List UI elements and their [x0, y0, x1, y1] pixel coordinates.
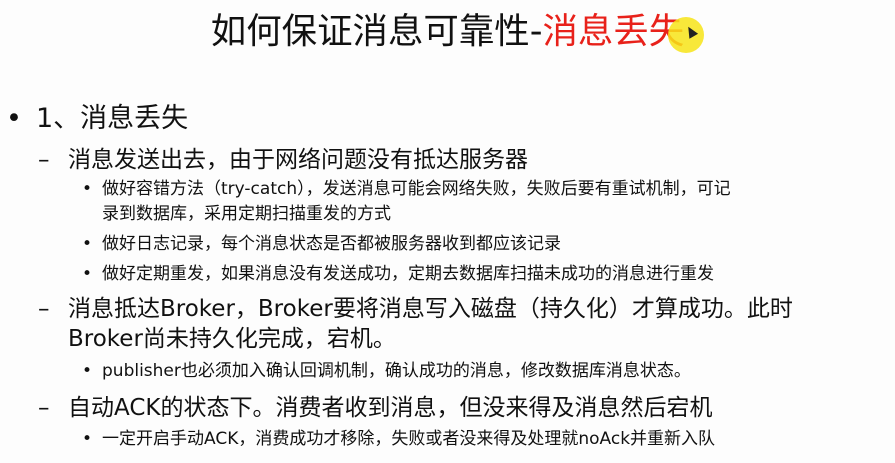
dash-marker: – [38, 395, 50, 421]
item-heading: 自动ACK的状态下。消费者收到消息，但没来得及消息然后宕机 [68, 395, 713, 421]
sub-bullet-marker: • [82, 179, 93, 199]
item-heading: 消息发送出去，由于网络问题没有抵达服务器 [68, 147, 528, 173]
sub-bullet-marker: • [82, 361, 93, 381]
dash-marker: – [38, 296, 50, 322]
sub-item: 做好定期重发，如果消息没有发送成功，定期去数据库扫描未成功的消息进行重发 [102, 264, 714, 284]
item-heading: 消息抵达Broker，Broker要将消息写入磁盘（持久化）才算成功。此时 [68, 296, 793, 322]
sub-bullet-marker: • [82, 234, 93, 254]
sub-bullet-marker: • [82, 264, 93, 284]
slide: 如何保证消息可靠性-消息丢失 • 1、消息丢失 – 消息发送出去，由于网络问题没… [0, 0, 895, 463]
sub-item: 录到数据库，采用定期扫描重发的方式 [102, 204, 391, 224]
sub-item: 做好日志记录，每个消息状态是否都被服务器收到都应该记录 [102, 234, 561, 254]
item-heading-continued: Broker尚未持久化完成，宕机。 [68, 326, 396, 352]
sub-item: publisher也必须加入确认回调机制，确认成功的消息，修改数据库消息状态。 [102, 361, 691, 381]
sub-item: 一定开启手动ACK，消费成功才移除，失败或者没来得及处理就noAck并重新入队 [102, 429, 716, 449]
bullet-l1-marker: • [6, 103, 22, 134]
dash-marker: – [38, 147, 50, 173]
title-main: 如何保证消息可靠性- [210, 11, 543, 52]
sub-item: 做好容错方法（try-catch），发送消息可能会网络失败，失败后要有重试机制，… [102, 179, 731, 199]
title-accent: 消息丢失 [542, 11, 685, 52]
cursor-highlight [668, 17, 704, 53]
slide-title: 如何保证消息可靠性-消息丢失 [0, 8, 895, 56]
section-heading: 1、消息丢失 [36, 103, 189, 134]
sub-bullet-marker: • [82, 429, 93, 449]
